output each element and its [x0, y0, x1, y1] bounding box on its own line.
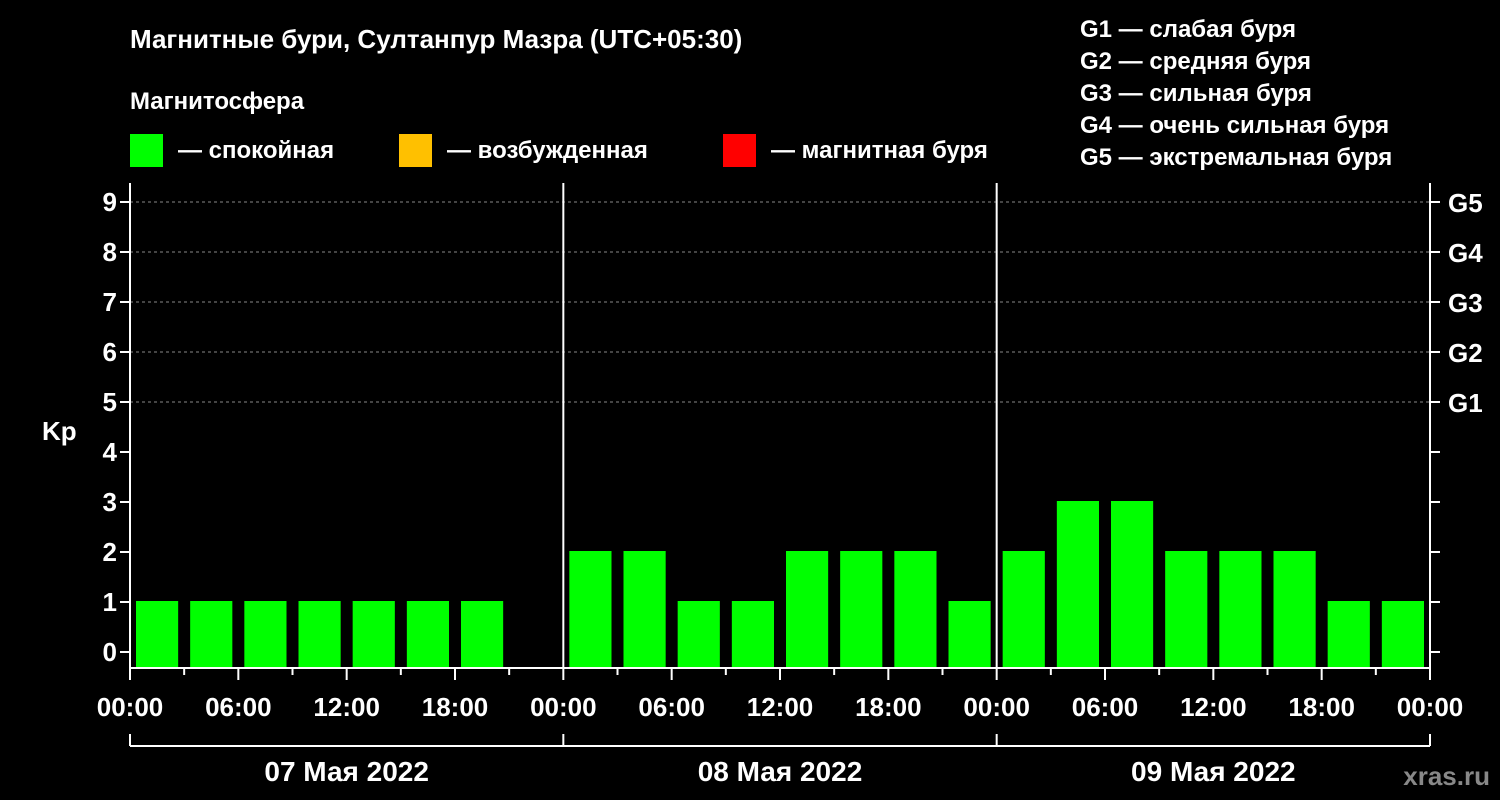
- kp-bar-18: [1111, 501, 1154, 668]
- legend-label-quiet: — спокойная: [178, 137, 334, 164]
- y-tick-label-8: 8: [103, 237, 117, 267]
- kp-bar-12: [786, 551, 829, 668]
- kp-bar-6: [461, 601, 504, 668]
- x-tick-label-6: 12:00: [747, 692, 814, 722]
- g-legend-g5: G5 — экстремальная буря: [1080, 144, 1392, 171]
- legend-swatch-storm: [723, 134, 756, 167]
- legend-swatch-excited: [399, 134, 432, 167]
- kp-bar-0: [136, 601, 179, 668]
- kp-chart: Магнитные бури, Султанпур Мазра (UTC+05:…: [42, 16, 1490, 791]
- kp-bar-23: [1381, 601, 1424, 668]
- watermark: xras.ru: [1403, 761, 1490, 791]
- kp-bar-13: [840, 551, 883, 668]
- x-tick-label-9: 06:00: [1072, 692, 1139, 722]
- kp-bar-9: [623, 551, 666, 668]
- g-legend-g4: G4 — очень сильная буря: [1080, 112, 1389, 139]
- kp-bar-16: [1002, 551, 1045, 668]
- kp-bar-19: [1165, 551, 1208, 668]
- day-label-2: 09 Мая 2022: [1131, 756, 1296, 787]
- y-tick-label-6: 6: [103, 337, 117, 367]
- kp-bar-14: [894, 551, 937, 668]
- kp-bar-20: [1219, 551, 1262, 668]
- x-tick-label-4: 00:00: [530, 692, 597, 722]
- y-tick-label-1: 1: [103, 587, 117, 617]
- y-tick-label-2: 2: [103, 537, 117, 567]
- day-label-0: 07 Мая 2022: [264, 756, 429, 787]
- g-level-label-g1: G1: [1448, 388, 1483, 418]
- kp-bar-11: [731, 601, 774, 668]
- y-axis-label: Kp: [42, 416, 77, 446]
- g-level-label-g4: G4: [1448, 238, 1483, 268]
- kp-bar-3: [298, 601, 341, 668]
- legend-label-excited: — возбужденная: [447, 137, 648, 164]
- y-tick-label-5: 5: [103, 387, 117, 417]
- plot-area: 0 1 2 3 4 5 6 7 8 9 G1 G2 G3 G4 G5 00:00 06:00 12:00 18:00…: [97, 183, 1483, 787]
- legend-label-storm: — магнитная буря: [771, 137, 988, 164]
- x-tick-label-5: 06:00: [638, 692, 705, 722]
- g-legend-g3: G3 — сильная буря: [1080, 80, 1312, 107]
- legend-swatch-quiet: [130, 134, 163, 167]
- y-tick-label-4: 4: [103, 437, 118, 467]
- g-level-label-g2: G2: [1448, 338, 1483, 368]
- x-tick-label-2: 12:00: [313, 692, 380, 722]
- y-tick-label-7: 7: [103, 287, 117, 317]
- kp-bar-21: [1273, 551, 1316, 668]
- x-tick-label-3: 18:00: [422, 692, 489, 722]
- x-tick-label-1: 06:00: [205, 692, 272, 722]
- day-label-1: 08 Мая 2022: [698, 756, 863, 787]
- kp-bar-2: [244, 601, 287, 668]
- kp-bar-5: [406, 601, 449, 668]
- y-tick-label-0: 0: [103, 637, 117, 667]
- g-level-label-g3: G3: [1448, 288, 1483, 318]
- x-tick-label-12: 00:00: [1397, 692, 1464, 722]
- y-tick-label-3: 3: [103, 487, 117, 517]
- g-level-label-g5: G5: [1448, 188, 1483, 218]
- legend-heading: Магнитосфера: [130, 88, 305, 115]
- kp-bar-8: [569, 551, 612, 668]
- kp-bar-15: [948, 601, 991, 668]
- x-tick-label-8: 00:00: [963, 692, 1030, 722]
- chart-title: Магнитные бури, Султанпур Мазра (UTC+05:…: [130, 24, 742, 54]
- x-tick-label-7: 18:00: [855, 692, 922, 722]
- y-tick-label-9: 9: [103, 187, 117, 217]
- g-legend-g1: G1 — слабая буря: [1080, 16, 1296, 43]
- g-legend-g2: G2 — средняя буря: [1080, 48, 1311, 75]
- x-tick-label-0: 00:00: [97, 692, 164, 722]
- x-tick-label-10: 12:00: [1180, 692, 1247, 722]
- kp-bar-22: [1327, 601, 1370, 668]
- kp-bar-1: [190, 601, 233, 668]
- x-tick-label-11: 18:00: [1288, 692, 1355, 722]
- kp-bar-10: [677, 601, 720, 668]
- kp-bar-4: [352, 601, 395, 668]
- kp-bar-17: [1056, 501, 1099, 668]
